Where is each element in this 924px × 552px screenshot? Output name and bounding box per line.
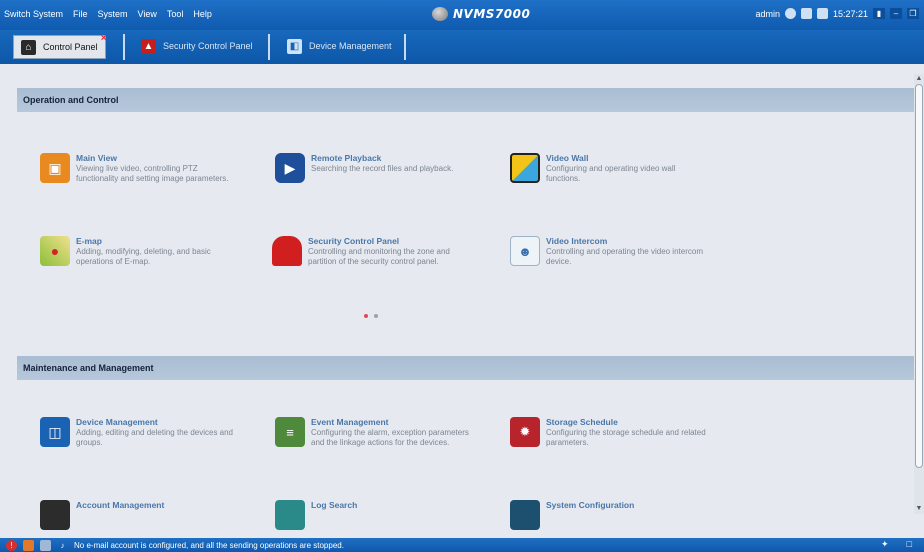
remote-playback-icon: ▶ [275, 153, 305, 183]
log-search-icon [275, 500, 305, 530]
module-main-view[interactable]: ▣ Main View Viewing live video, controll… [40, 153, 250, 184]
tab-separator [404, 34, 406, 60]
minimize-icon[interactable]: – [890, 8, 902, 19]
control-panel-content: Operation and Control ▣ Main View Viewin… [0, 64, 924, 538]
menu-view[interactable]: View [138, 9, 157, 19]
page-dot-active[interactable] [364, 314, 368, 318]
video-intercom-icon: ☻ [510, 236, 540, 266]
module-name: Video Intercom [546, 236, 608, 246]
storage-schedule-icon: ✹ [510, 417, 540, 447]
tab-separator [123, 34, 125, 60]
lock-icon[interactable]: ▮ [873, 8, 885, 19]
module-desc: Configuring the storage schedule and rel… [546, 428, 706, 447]
module-name: Event Management [311, 417, 389, 427]
globe-icon [432, 7, 448, 21]
module-name: Video Wall [546, 153, 589, 163]
tab-close-icon[interactable]: × [101, 33, 107, 44]
module-name: E-map [76, 236, 102, 246]
network-icon[interactable] [816, 8, 828, 19]
device-management-icon: ◫ [40, 417, 70, 447]
main-view-icon: ▣ [40, 153, 70, 183]
module-system-configuration[interactable]: System Configuration [510, 500, 720, 530]
scrollbar-thumb[interactable] [915, 84, 923, 468]
window-toggle-icon[interactable]: □ [907, 539, 912, 550]
calendar-icon[interactable] [800, 8, 812, 19]
restore-icon[interactable]: ❐ [907, 8, 919, 19]
alarm-siren-icon: ▲ [141, 38, 156, 54]
home-icon: ⌂ [21, 39, 36, 55]
scroll-up-arrow-icon[interactable]: ▲ [914, 74, 924, 84]
module-video-intercom[interactable]: ☻ Video Intercom Controlling and operati… [510, 236, 730, 267]
exception-icon[interactable] [40, 539, 51, 551]
module-name: Account Management [76, 500, 165, 510]
module-e-map[interactable]: ● E-map Adding, modifying, deleting, and… [40, 236, 260, 267]
tab-security-control-panel[interactable]: ▲ Security Control Panel [134, 35, 260, 57]
title-right-info: admin 15:27:21 ▮ – ❐ [755, 8, 919, 19]
module-storage-schedule[interactable]: ✹ Storage Schedule Configuring the stora… [510, 417, 730, 448]
section-maintenance-and-management: Maintenance and Management [17, 356, 914, 380]
scroll-down-arrow-icon[interactable]: ▼ [914, 504, 924, 514]
menu-bar: Switch System File System View Tool Help [4, 9, 212, 19]
event-management-icon: ≡ [275, 417, 305, 447]
video-wall-icon [510, 153, 540, 183]
user-name[interactable]: admin [755, 9, 780, 19]
user-switch-icon[interactable] [784, 8, 796, 19]
module-remote-playback[interactable]: ▶ Remote Playback Searching the record f… [275, 153, 495, 183]
tab-bar: ⌂ Control Panel × ▲ Security Control Pan… [0, 30, 924, 65]
menu-tool[interactable]: Tool [167, 9, 184, 19]
vertical-scrollbar[interactable]: ▲ ▼ [914, 74, 924, 514]
module-name: Remote Playback [311, 153, 382, 163]
account-management-icon [40, 500, 70, 530]
alarm-event-icon[interactable] [23, 539, 34, 551]
menu-switch-system[interactable]: Switch System [4, 9, 63, 19]
module-name: Device Management [76, 417, 158, 427]
module-video-wall[interactable]: Video Wall Configuring and operating vid… [510, 153, 730, 184]
e-map-icon: ● [40, 236, 70, 266]
module-name: Storage Schedule [546, 417, 618, 427]
device-management-icon: ◧ [287, 38, 302, 54]
title-bar: Switch System File System View Tool Help… [0, 0, 924, 30]
status-bar-right-tools: ✦ □ [881, 539, 912, 550]
page-indicator[interactable] [364, 314, 378, 318]
module-desc: Configuring the alarm, exception paramet… [311, 428, 469, 447]
module-name: Security Control Panel [308, 236, 400, 246]
security-siren-icon [272, 236, 302, 266]
tab-separator [268, 34, 270, 60]
module-desc: Controlling and operating the video inte… [546, 247, 703, 266]
module-desc: Searching the record files and playback. [311, 164, 454, 173]
app-logo: NVMS7000 [432, 7, 530, 21]
module-name: Main View [76, 153, 117, 163]
module-security-control-panel[interactable]: Security Control Panel Controlling and m… [272, 236, 502, 267]
status-bar: ! ♪ No e-mail account is configured, and… [0, 538, 924, 552]
status-message: No e-mail account is configured, and all… [74, 540, 344, 550]
section-operation-and-control: Operation and Control [17, 88, 914, 112]
module-name: System Configuration [546, 500, 635, 510]
module-device-management[interactable]: ◫ Device Management Adding, editing and … [40, 417, 250, 448]
sound-icon[interactable]: ♪ [57, 540, 68, 551]
module-desc: Controlling and monitoring the zone and … [308, 247, 450, 266]
menu-help[interactable]: Help [193, 9, 212, 19]
tab-label: Control Panel [43, 42, 98, 52]
module-name: Log Search [311, 500, 358, 510]
menu-system[interactable]: System [98, 9, 128, 19]
menu-file[interactable]: File [73, 9, 88, 19]
clock-time: 15:27:21 [832, 8, 868, 19]
module-desc: Adding, modifying, deleting, and basic o… [76, 247, 211, 266]
module-account-management[interactable]: Account Management [40, 500, 250, 530]
tab-device-management[interactable]: ◧ Device Management [280, 35, 399, 57]
tab-label: Device Management [309, 41, 392, 51]
page-dot[interactable] [374, 314, 378, 318]
pin-icon[interactable]: ✦ [881, 539, 889, 550]
tab-label: Security Control Panel [163, 41, 253, 51]
module-log-search[interactable]: Log Search [275, 500, 485, 530]
module-event-management[interactable]: ≡ Event Management Configuring the alarm… [275, 417, 495, 448]
module-desc: Configuring and operating video wall fun… [546, 164, 676, 183]
system-configuration-icon [510, 500, 540, 530]
tab-control-panel[interactable]: ⌂ Control Panel × [13, 33, 107, 59]
module-desc: Adding, editing and deleting the devices… [76, 428, 234, 447]
alarm-warning-icon[interactable]: ! [6, 539, 17, 551]
module-desc: Viewing live video, controlling PTZ func… [76, 164, 229, 183]
app-title: NVMS7000 [453, 7, 531, 21]
